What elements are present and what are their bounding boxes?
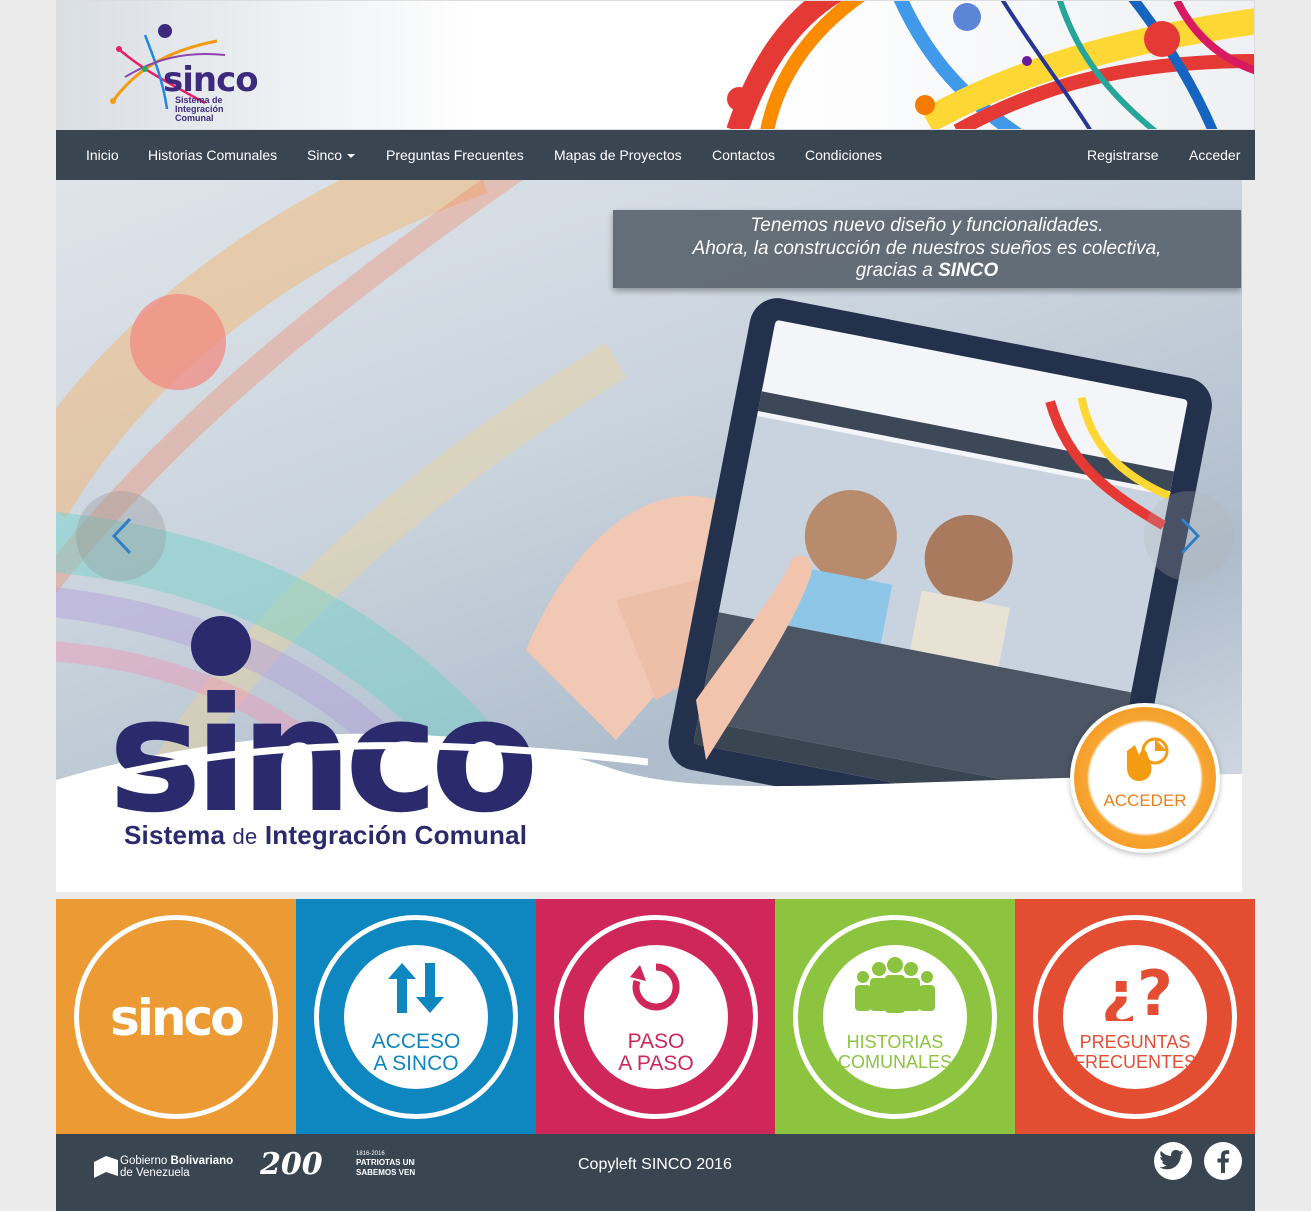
bicentenario-logo[interactable]: 200 1816-2016 PATRIOTAS UNIDOS SABEMOS V… [260,1144,415,1180]
chevron-left-icon [111,517,132,555]
sinco-wordmark-icon: sinco [110,989,244,1047]
twitter-button[interactable] [1154,1142,1192,1180]
chevron-right-icon [1180,517,1201,555]
nav-inicio[interactable]: Inicio [86,130,119,180]
tile-historias-comunales[interactable]: HISTORIAS COMUNALES [775,899,1015,1134]
acceder-badge-label: ACCEDER [1103,791,1187,810]
nav-preguntas-frecuentes[interactable]: Preguntas Frecuentes [386,130,524,180]
nav-historias-comunales[interactable]: Historias Comunales [148,130,277,180]
nav-sinco-label: Sinco [307,147,343,163]
svg-text:¿?: ¿? [1101,957,1173,1021]
tile-paso-a-paso[interactable]: PASO A PASO [536,899,775,1134]
slide-caption: Tenemos nuevo diseño y funcionalidades. … [613,210,1241,288]
slide-sinco-wordmark: sinco [108,684,648,834]
gobierno-bolivariano-logo[interactable]: Gobierno Bolivariano de Venezuela [92,1150,237,1180]
acceder-badge-button[interactable]: ACCEDER [1070,703,1220,853]
tile-preguntas-ring: ¿? PREGUNTAS FRECUENTES [1033,915,1237,1119]
svg-text:Gobierno Bolivariano: Gobierno Bolivariano [120,1155,233,1167]
tile-acceso-inner: ACCESO A SINCO [344,945,488,1089]
tile-sinco-ring: sinco [74,915,278,1119]
slide-subtitle: Sistema de Integración Comunal [124,820,527,851]
hero-carousel: Tenemos nuevo diseño y funcionalidades. … [56,180,1242,892]
nav-acceder[interactable]: Acceder [1189,130,1240,180]
tile-sinco[interactable]: sinco [56,899,296,1134]
header-decorative-art [726,1,1254,129]
slide-caption-brand: SINCO [938,260,999,281]
slide-caption-prefix: gracias a [855,260,939,281]
bicentenario-line-1: PATRIOTAS UNIDOS [356,1158,415,1167]
gov-logo-line-2: de Venezuela [120,1167,190,1179]
arrows-up-down-icon [388,963,444,1013]
gov-logo-word-bolivariano: Bolivariano [171,1155,234,1167]
caret-down-icon [347,154,356,159]
tile-preguntas-line-1: PREGUNTAS [1079,1032,1191,1052]
tile-paso-line-2: A PASO [618,1052,694,1075]
nav-mapas-de-proyectos[interactable]: Mapas de Proyectos [554,130,682,180]
tile-historias-line-1: HISTORIAS [846,1032,944,1052]
facebook-button[interactable] [1204,1142,1242,1180]
people-group-icon [855,957,935,1013]
slide-caption-line-2: Ahora, la construcción de nuestros sueño… [692,237,1162,259]
carousel-next-button[interactable] [1144,491,1234,581]
tile-preguntas-frecuentes[interactable]: ¿? PREGUNTAS FRECUENTES [1015,899,1255,1134]
slide-caption-line-1: Tenemos nuevo diseño y funcionalidades. [750,215,1104,236]
bicentenario-line-2: SABEMOS VENCER [356,1168,415,1177]
nav-condiciones[interactable]: Condiciones [805,130,882,180]
tile-acceso-ring: ACCESO A SINCO [314,915,518,1119]
tile-paso-line-1: PASO [627,1030,685,1053]
bicentenario-number: 200 [260,1147,323,1180]
tile-preguntas-inner: ¿? PREGUNTAS FRECUENTES [1063,945,1207,1089]
tile-paso-inner: PASO A PASO [584,945,728,1089]
tile-sinco-inner: sinco [104,945,248,1089]
sinco-header-logo[interactable]: sinco Sistema de Integración Comunal [105,11,275,121]
tile-preguntas-line-2: FRECUENTES [1073,1052,1196,1072]
tile-historias-ring: HISTORIAS COMUNALES [793,915,997,1119]
nav-registrarse[interactable]: Registrarse [1087,130,1159,180]
tile-paso-ring: PASO A PASO [554,915,758,1119]
footer: Gobierno Bolivariano de Venezuela 200 18… [56,1134,1255,1211]
question-mark-icon: ¿? [1101,957,1173,1021]
twitter-icon [1159,1149,1184,1170]
header-logo-wordmark: sinco [163,60,258,100]
nav-contactos[interactable]: Contactos [712,130,775,180]
facebook-icon [1217,1150,1230,1173]
tile-historias-line-2: COMUNALES [837,1052,953,1072]
gov-logo-word-gobierno: Gobierno [120,1155,171,1167]
carousel-prev-button[interactable] [76,491,166,581]
hand-pointer-icon [1127,737,1169,781]
tile-acceso-a-sinco[interactable]: ACCESO A SINCO [296,899,536,1134]
nav-sinco-dropdown[interactable]: Sinco [307,130,356,180]
slide-sinco-wordmark-text: sinco [108,684,532,834]
tile-acceso-line-1: ACCESO [371,1030,461,1053]
tile-sinco-wordmark: sinco [110,989,243,1047]
main-navbar: Inicio Historias Comunales Sinco Pregunt… [56,130,1255,180]
slide-subtitle-part-2: de [232,824,258,849]
header-logo-tagline-3: Comunal [175,113,214,121]
slide-subtitle-part-1: Sistema [124,820,233,850]
bicentenario-years: 1816-2016 [356,1151,385,1157]
tile-historias-inner: HISTORIAS COMUNALES [823,945,967,1089]
copyleft-text: Copyleft SINCO 2016 [578,1156,732,1173]
refresh-cycle-icon [630,963,680,1011]
tile-acceso-line-2: A SINCO [373,1052,459,1075]
slide-caption-line-3: gracias a SINCO [613,260,1241,283]
slide-subtitle-part-3: Integración Comunal [257,820,528,850]
header-banner: sinco Sistema de Integración Comunal [56,0,1255,130]
